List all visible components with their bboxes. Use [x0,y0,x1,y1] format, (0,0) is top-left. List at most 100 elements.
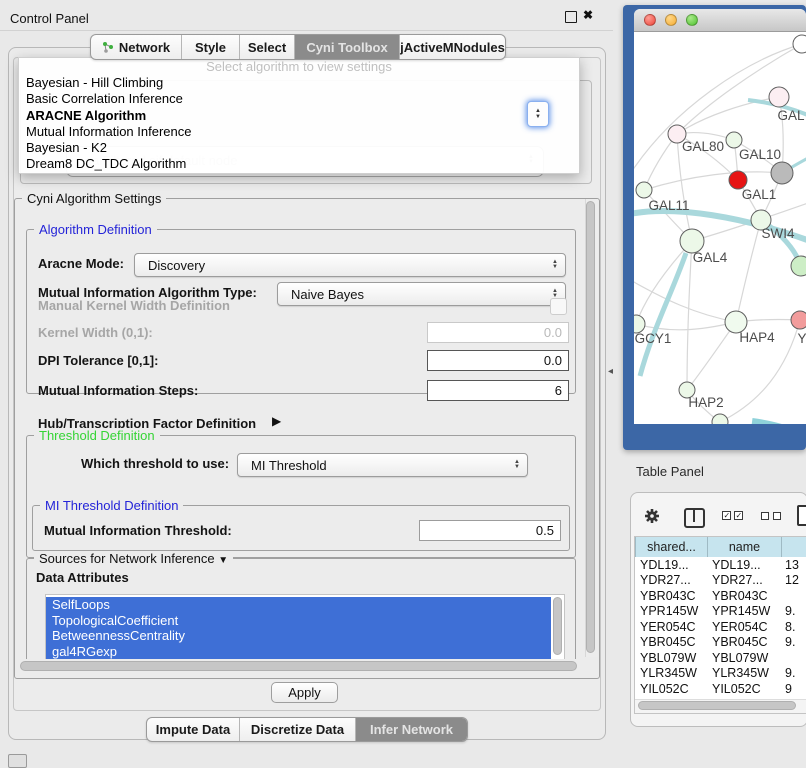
tab-impute-data[interactable]: Impute Data [147,718,239,741]
table-cell: 13 [782,558,806,572]
network-window-titlebar[interactable] [634,9,806,32]
attribute-item-selfloops[interactable]: SelfLoops [46,597,551,613]
mi-threshold-group-title: MI Threshold Definition [40,498,183,513]
table-row[interactable]: YDL19...YDL19...13 [635,557,806,573]
zoom-traffic-light[interactable] [686,14,698,26]
close-traffic-light[interactable] [644,14,656,26]
minimize-traffic-light[interactable] [665,14,677,26]
control-panel-tabbar: Network StyleSelect Cyni Toolbox jActiveMNo… [90,34,506,60]
tab-style[interactable]: Style [181,35,239,59]
network-edge [752,422,806,424]
table-row[interactable]: YER054CYER054C8. [635,619,806,635]
combo-arrows-icon: ▲▼ [552,260,558,270]
tab-label: Network [119,40,170,55]
column-header-partial[interactable] [782,537,806,557]
table-hscroll-thumb[interactable] [638,701,796,710]
network-node[interactable] [712,414,728,424]
table-row[interactable]: YIL052CYIL052C9 [635,681,806,697]
column-header-name[interactable]: name [708,537,782,557]
network-node[interactable] [769,87,789,107]
table-cell: YBL079W [708,651,782,665]
attribute-item-topologicalcoefficient[interactable]: TopologicalCoefficient [46,613,551,629]
table-cell: 12 [782,573,806,587]
table-cell: YBR045C [708,635,782,649]
expand-right-icon[interactable]: ▶ [272,414,281,428]
data-attributes-list[interactable]: SelfLoopsTopologicalCoefficientBetweenne… [45,594,565,659]
network-node[interactable] [771,162,793,184]
data-attributes-label: Data Attributes [36,570,129,585]
table-row[interactable]: YDR27...YDR27...12 [635,573,806,589]
network-node[interactable] [793,35,806,53]
float-window-icon[interactable] [565,11,577,23]
dropdown-item-basic-correlation-inference[interactable]: Basic Correlation Inference [19,91,579,107]
sources-group-title[interactable]: Sources for Network Inference ▼ [34,551,233,566]
splitter-collapse-icon[interactable]: ◂ [608,366,613,377]
network-node[interactable] [791,256,806,276]
kernel-width-input[interactable]: 0.0 [427,322,569,343]
table-cell: YBR043C [708,589,782,603]
table-cell: YPR145W [635,604,708,618]
document-icon[interactable] [797,505,806,526]
network-edge [636,322,736,330]
mi-threshold-input[interactable]: 0.5 [419,520,561,541]
dropdown-item-bayesian-hill-climbing[interactable]: Bayesian - Hill Climbing [19,75,579,91]
minimized-panel-icon[interactable] [8,754,27,768]
tab-infer-network[interactable]: Infer Network [355,718,467,741]
table-cell: YBL079W [635,651,708,665]
table-rows[interactable]: YDL19...YDL19...13YDR27...YDR27...12YBR0… [635,557,806,697]
network-node[interactable] [636,182,652,198]
checked-pair-icon[interactable]: ✓ [734,511,743,520]
control-panel-title: Control Panel [10,11,89,26]
cyni-algorithm-settings-title: Cyni Algorithm Settings [22,191,166,206]
dropdown-item-dream8-dc-tdc-algorithm[interactable]: Dream8 DC_TDC Algorithm [19,156,579,172]
table-row[interactable]: YLR345WYLR345W9. [635,666,806,682]
tab-jactivemnodules[interactable]: jActiveMNodules [399,35,505,59]
dropdown-item-aracne-algorithm[interactable]: ARACNE Algorithm [19,108,579,124]
network-node[interactable] [726,132,742,148]
network-edge [640,253,686,376]
tab-cyni-toolbox[interactable]: Cyni Toolbox [294,35,399,59]
table-cell: YLR345W [635,666,708,680]
mi-steps-input[interactable]: 6 [427,380,569,401]
apply-button[interactable]: Apply [271,682,338,703]
unchecked-pair-icon[interactable] [773,512,781,520]
column-layout-icon[interactable] [684,508,705,528]
dropdown-item-bayesian-k2[interactable]: Bayesian - K2 [19,140,579,156]
attributes-scrollbar[interactable] [553,597,562,655]
gear-icon[interactable] [644,508,660,524]
dpi-tolerance-input[interactable]: 0.0 [427,350,569,371]
table-row[interactable]: YBR045CYBR045C9. [635,635,806,651]
attribute-item-gal4rgexp[interactable]: gal4RGexp [46,644,551,660]
attribute-item-betweennesscentrality[interactable]: BetweennessCentrality [46,628,551,644]
node-label-y: Y [797,331,806,346]
table-row[interactable]: YBR043CYBR043C [635,588,806,604]
aracne-mode-select[interactable]: Discovery ▲▼ [134,253,566,277]
table-row[interactable]: YPR145WYPR145W9. [635,604,806,620]
column-header-shared-name[interactable]: shared... [635,537,708,557]
mi-type-value: Naive Bayes [278,287,552,302]
dropdown-item-mutual-information-inference[interactable]: Mutual Information Inference [19,124,579,140]
table-cell: 8. [782,620,806,634]
table-cell: YIL052C [635,682,708,696]
tab-select[interactable]: Select [239,35,294,59]
table-row[interactable]: YBL079WYBL079W [635,650,806,666]
network-edge [687,241,692,390]
table-cell: YDR27... [708,573,782,587]
unchecked-pair-icon[interactable] [761,512,769,520]
which-threshold-select[interactable]: MI Threshold ▲▼ [237,453,528,477]
network-canvas[interactable]: GALGAL80GAL10GAL1GAL11SWI4GAL4GCY1HAP4YH… [634,31,806,424]
tab-label: Cyni Toolbox [306,40,387,55]
tab-network[interactable]: Network [91,35,181,59]
close-icon[interactable]: ✖ [583,8,593,22]
network-node[interactable] [791,311,806,329]
manual-kernel-checkbox[interactable] [550,298,567,315]
inference-algorithm-stepper[interactable]: ▲▼ [527,101,549,127]
node-label-gcy1: GCY1 [635,331,672,346]
settings-vscroll-thumb[interactable] [586,201,595,653]
checked-pair-icon[interactable]: ✓ [722,511,731,520]
node-label-gal1: GAL1 [742,187,777,202]
collapse-down-icon[interactable]: ▼ [218,555,228,566]
settings-hscroll-thumb[interactable] [20,661,577,671]
mi-type-select[interactable]: Naive Bayes ▲▼ [277,282,566,306]
tab-discretize-data[interactable]: Discretize Data [239,718,355,741]
